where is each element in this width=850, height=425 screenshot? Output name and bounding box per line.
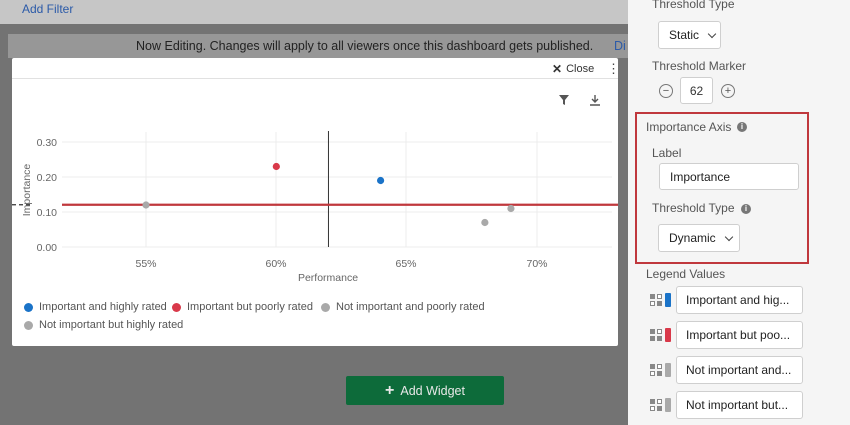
increment-button[interactable]: + [721, 84, 735, 98]
info-icon[interactable]: i [737, 122, 747, 132]
threshold-marker-label: Threshold Marker [652, 59, 747, 73]
download-icon[interactable] [589, 94, 601, 106]
color-swatch[interactable] [665, 363, 671, 377]
threshold-type-label-top: Threshold Type [652, 0, 735, 11]
add-widget-label: Add Widget [400, 383, 465, 398]
close-button[interactable]: ✕ Close [552, 62, 594, 76]
threshold-type-label: Threshold Type [652, 201, 735, 215]
grid-icon[interactable] [650, 399, 662, 411]
legend-value-input[interactable]: Not important and... [676, 356, 803, 384]
legend-label: Important but poorly rated [187, 301, 313, 313]
legend-value-input[interactable]: Important but poo... [676, 321, 803, 349]
top-bar [0, 0, 628, 24]
filter-icon[interactable] [558, 94, 570, 106]
close-label: Close [566, 63, 595, 75]
grid-icon[interactable] [650, 329, 662, 341]
legend-item[interactable]: Not important and poorly rated [321, 301, 485, 313]
chevron-down-icon [707, 29, 717, 38]
add-widget-button[interactable]: + Add Widget [346, 376, 504, 405]
kebab-menu-icon[interactable]: ⋮ [607, 61, 620, 77]
legend-dot-icon [24, 302, 33, 312]
importance-axis-title: Importance Axis [646, 120, 732, 134]
legend-dot-icon [24, 320, 33, 330]
editing-notice-text: Now Editing. Changes will apply to all v… [136, 39, 594, 53]
close-icon: ✕ [552, 62, 563, 76]
grid-icon[interactable] [650, 364, 662, 376]
legend-item[interactable]: Important and highly rated [24, 301, 167, 313]
legend-item[interactable]: Not important but highly rated [24, 319, 183, 331]
legend-label: Not important and poorly rated [336, 301, 485, 313]
legend-label: Important and highly rated [39, 301, 167, 313]
legend-values-title: Legend Values [646, 267, 726, 281]
legend-dot-icon [321, 302, 330, 312]
plus-icon: + [385, 381, 395, 399]
threshold-marker-input[interactable]: 62 [680, 77, 713, 104]
threshold-type-value-top: Static [669, 28, 700, 42]
legend-item[interactable]: Important but poorly rated [172, 301, 313, 313]
modal-divider [12, 78, 618, 79]
info-icon[interactable]: i [741, 204, 751, 214]
threshold-type-value: Dynamic [669, 231, 716, 245]
legend-value-input[interactable]: Not important but... [676, 391, 803, 419]
legend-value-row [650, 293, 671, 307]
axis-label-input[interactable]: Importance [659, 163, 799, 190]
add-filter-link[interactable]: Add Filter [22, 2, 73, 16]
legend-label: Not important but highly rated [39, 319, 184, 331]
color-swatch[interactable] [665, 398, 671, 412]
color-swatch[interactable] [665, 293, 671, 307]
threshold-type-select[interactable]: Dynamic [658, 224, 740, 252]
legend-dot-icon [172, 302, 181, 312]
legend-value-row [650, 398, 671, 412]
color-swatch[interactable] [665, 328, 671, 342]
chevron-down-icon [724, 232, 733, 241]
threshold-type-select-top[interactable]: Static [658, 21, 721, 49]
legend-value-row [650, 328, 671, 342]
grid-icon[interactable] [650, 294, 662, 306]
editing-notice-link[interactable]: Di [614, 39, 626, 53]
legend-value-input[interactable]: Important and hig... [676, 286, 803, 314]
decrement-button[interactable]: − [659, 84, 673, 98]
label-caption: Label [652, 146, 682, 160]
legend-value-row [650, 363, 671, 377]
